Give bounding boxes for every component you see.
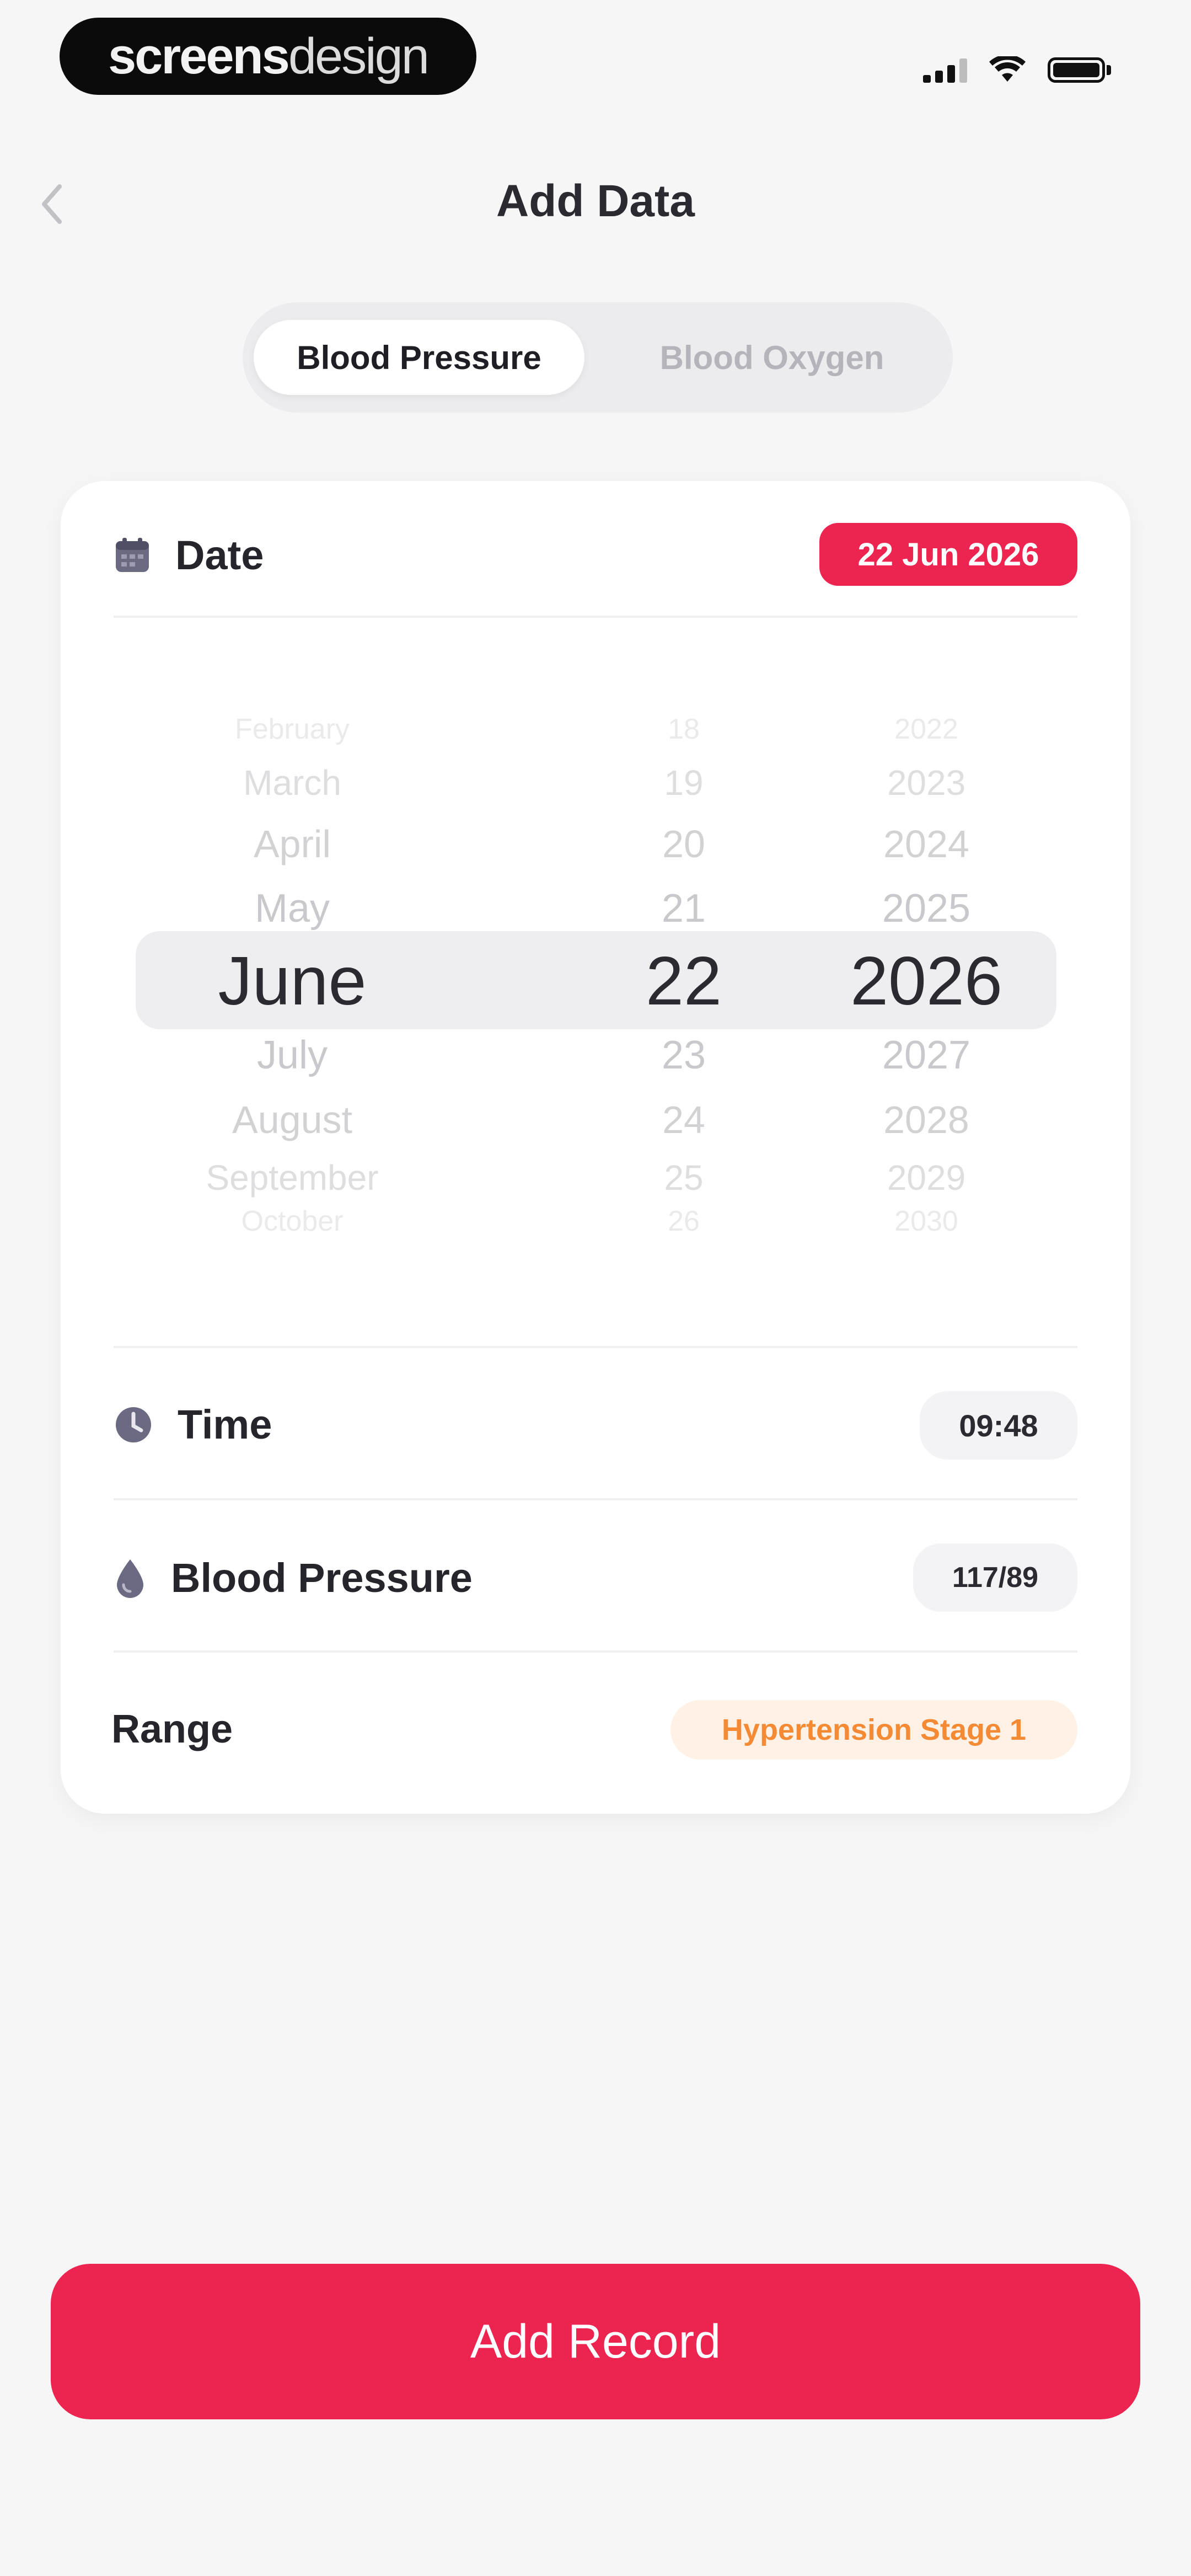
range-label: Range bbox=[111, 1707, 233, 1751]
add-record-button[interactable]: Add Record bbox=[51, 2264, 1140, 2419]
wifi-icon bbox=[989, 56, 1026, 82]
tab-blood-oxygen[interactable]: Blood Oxygen bbox=[607, 320, 937, 395]
picker-month-item[interactable]: July bbox=[138, 1033, 447, 1078]
battery-icon bbox=[1048, 56, 1114, 84]
picker-day-column[interactable]: 18 19 20 21 22 23 24 25 26 bbox=[607, 707, 761, 1237]
time-label: Time bbox=[178, 1402, 272, 1447]
picker-year-column[interactable]: 2022 2023 2024 2025 2026 2027 2028 2029 2030 bbox=[811, 707, 1042, 1237]
brand-logo: screens design bbox=[60, 18, 476, 95]
date-label: Date bbox=[175, 532, 264, 578]
picker-day-item[interactable]: 23 bbox=[607, 1033, 761, 1078]
picker-day-item[interactable]: 26 bbox=[607, 1205, 761, 1238]
drop-icon bbox=[117, 1559, 143, 1598]
picker-day-item[interactable]: 24 bbox=[607, 1098, 761, 1142]
metric-tabs: Blood Pressure Blood Oxygen bbox=[243, 302, 953, 413]
brand-logo-bold: screens bbox=[108, 28, 290, 84]
cellular-signal-icon bbox=[923, 57, 967, 83]
clock-icon bbox=[116, 1407, 151, 1442]
picker-year-item[interactable]: 2027 bbox=[811, 1033, 1042, 1078]
picker-day-item[interactable]: 20 bbox=[607, 822, 761, 866]
time-value[interactable]: 09:48 bbox=[920, 1391, 1077, 1460]
picker-month-item[interactable]: September bbox=[138, 1157, 447, 1198]
page-title: Add Data bbox=[496, 176, 695, 226]
picker-year-item[interactable]: 2030 bbox=[811, 1205, 1042, 1238]
picker-month-item[interactable]: June bbox=[138, 942, 447, 1020]
brand-logo-light: design bbox=[288, 28, 430, 84]
divider bbox=[114, 1650, 1077, 1653]
date-row: Date bbox=[114, 532, 264, 579]
picker-day-item[interactable]: 21 bbox=[607, 886, 761, 931]
date-value-badge[interactable]: 22 Jun 2026 bbox=[819, 523, 1077, 586]
record-card: Date 22 Jun 2026 February March April May Ju… bbox=[61, 481, 1130, 1814]
picker-month-column[interactable]: February March April May June July August Septe… bbox=[138, 707, 447, 1237]
divider bbox=[114, 1346, 1077, 1348]
picker-month-item[interactable]: October bbox=[138, 1205, 447, 1238]
calendar-icon bbox=[116, 537, 149, 572]
picker-year-item[interactable]: 2026 bbox=[811, 942, 1042, 1020]
range-status-badge: Hypertension Stage 1 bbox=[670, 1700, 1077, 1760]
picker-month-item[interactable]: February bbox=[138, 713, 447, 746]
picker-day-item[interactable]: 19 bbox=[607, 762, 761, 803]
picker-year-item[interactable]: 2024 bbox=[811, 822, 1042, 866]
picker-year-item[interactable]: 2022 bbox=[811, 713, 1042, 746]
picker-year-item[interactable]: 2028 bbox=[811, 1098, 1042, 1142]
picker-year-item[interactable]: 2023 bbox=[811, 762, 1042, 803]
tab-blood-pressure[interactable]: Blood Pressure bbox=[254, 320, 584, 395]
picker-year-item[interactable]: 2025 bbox=[811, 886, 1042, 931]
picker-month-item[interactable]: May bbox=[138, 886, 447, 931]
blood-pressure-label: Blood Pressure bbox=[171, 1555, 473, 1601]
picker-day-item[interactable]: 18 bbox=[607, 713, 761, 746]
picker-year-item[interactable]: 2029 bbox=[811, 1157, 1042, 1198]
date-picker[interactable]: February March April May June July August Septe… bbox=[61, 707, 1130, 1237]
blood-pressure-value[interactable]: 117/89 bbox=[913, 1543, 1077, 1612]
divider bbox=[114, 1498, 1077, 1500]
blood-pressure-row: Blood Pressure bbox=[114, 1554, 473, 1601]
status-icons bbox=[923, 51, 1114, 89]
divider bbox=[114, 616, 1077, 618]
picker-month-item[interactable]: March bbox=[138, 762, 447, 803]
picker-month-item[interactable]: April bbox=[138, 822, 447, 866]
picker-month-item[interactable]: August bbox=[138, 1098, 447, 1142]
picker-day-item[interactable]: 25 bbox=[607, 1157, 761, 1198]
time-row: Time bbox=[114, 1401, 272, 1448]
picker-day-item[interactable]: 22 bbox=[607, 942, 761, 1020]
